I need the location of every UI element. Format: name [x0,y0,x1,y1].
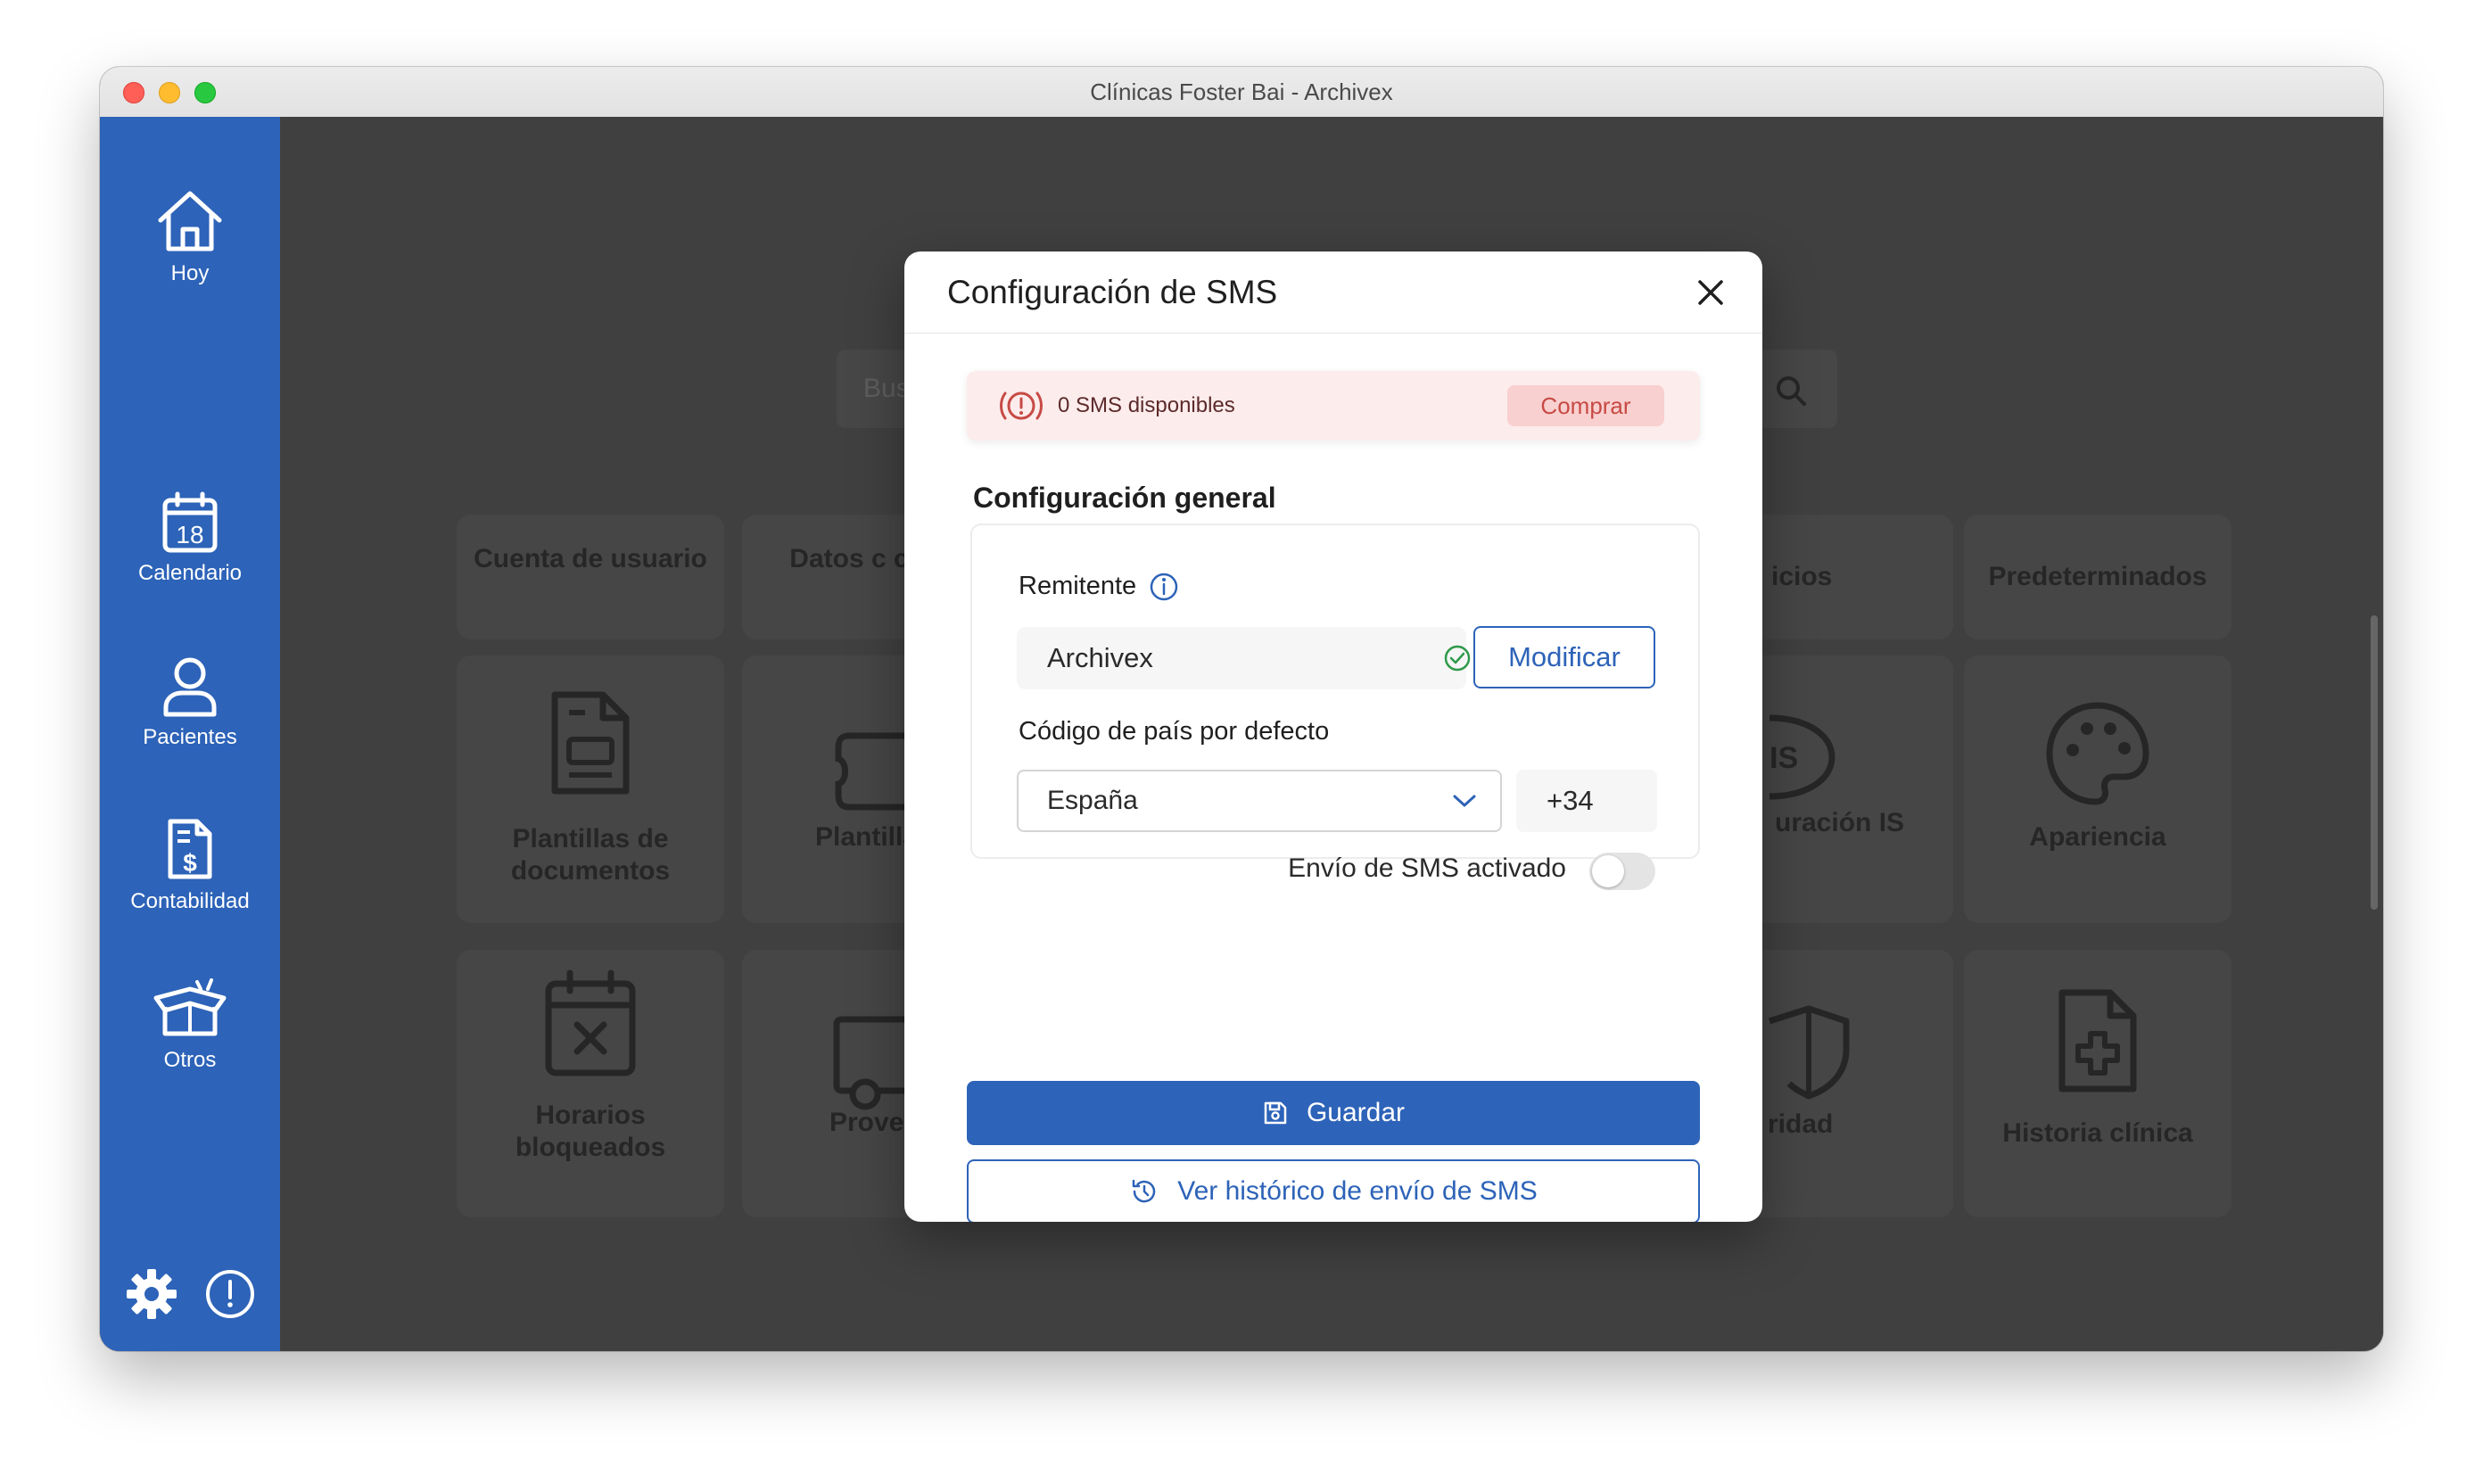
country-code-label: Código de país por defecto [1019,717,1330,746]
tile-plantillas-documentos: Plantillas de documentos [457,655,724,923]
palette-icon [2046,702,2149,805]
country-code-field: +34 [1516,770,1657,832]
save-icon [1264,1101,1287,1125]
sidebar-item-calendario[interactable]: 18 Calendario [100,491,280,586]
sms-balance-alert: 0 SMS disponibles Comprar [967,371,1700,441]
save-button-label: Guardar [1306,1098,1406,1127]
tile-horarios-bloqueados: Horarios bloqueados [457,950,724,1217]
tile-label: Historia clínica [2002,1118,2193,1148]
search-icon [1777,376,1806,406]
tile-predeterminados: Predeterminados [1964,515,2231,639]
sidebar: Hoy 18 Calendario Pacientes $ Contabilid… [100,117,280,1351]
general-settings-card: Remitente Archivex Modificar Código de p… [970,524,1700,890]
sms-toggle-label: Envío de SMS activado [1288,853,1566,883]
sender-value: Archivex [1047,642,1153,673]
sms-history-label: Ver histórico de envío de SMS [1177,1176,1538,1206]
sidebar-item-label: Otros [163,1048,217,1072]
invoice-icon: $ [168,819,212,879]
tile-cuenta-usuario: Cuenta de usuario [457,515,724,639]
home-icon [158,191,222,251]
dialog-title: Configuración de SMS [947,274,1278,310]
sender-input[interactable]: Archivex [1017,627,1471,689]
country-code-value: +34 [1547,785,1594,816]
sidebar-item-label: Contabilidad [130,889,250,913]
search-placeholder: Bus [863,374,910,403]
box-icon [153,978,227,1036]
sidebar-item-label: Pacientes [143,725,237,749]
calendar-blocked-icon [545,969,636,1076]
tile-apariencia: Apariencia [1964,655,2231,923]
section-title: Configuración general [973,482,1276,514]
save-button[interactable]: Guardar [967,1081,1700,1145]
sms-config-dialog: Configuración de SMS 0 SMS disponibles C… [904,251,1762,1222]
sidebar-item-contabilidad[interactable]: $ Contabilidad [100,816,280,914]
sms-history-button[interactable]: Ver histórico de envío de SMS [967,1159,1700,1222]
sender-label: Remitente [1019,572,1137,600]
modify-sender-button[interactable]: Modificar [1473,626,1655,688]
svg-text:IS: IS [1769,741,1798,775]
calendar-icon: 18 [162,491,218,553]
alert-icon[interactable] [203,1267,257,1321]
medical-record-icon [2058,989,2137,1092]
country-value: España [1047,786,1138,815]
history-icon [1132,1179,1156,1203]
check-circle-icon [1444,645,1471,672]
tile-label: Apariencia [2029,822,2166,852]
tile-historia-clinica: Historia clínica [1964,950,2231,1217]
app-window: Clínicas Foster Bai - Archivex Hoy 18 Ca… [100,67,2383,1351]
sidebar-item-otros[interactable]: Otros [100,978,280,1073]
tile-label: Predeterminados [1988,562,2207,591]
sidebar-item-pacientes[interactable]: Pacientes [100,655,280,750]
sidebar-item-hoy[interactable]: Hoy [100,188,280,286]
user-icon [163,657,217,717]
warning-circle-icon [1000,392,1043,420]
dialog-header: Configuración de SMS [904,251,1762,334]
gear-icon[interactable] [125,1267,178,1321]
svg-text:$: $ [183,849,197,877]
info-icon[interactable] [1149,572,1179,602]
sidebar-item-label: Calendario [137,561,243,585]
buy-sms-button[interactable]: Comprar [1507,385,1664,426]
country-select[interactable]: España [1017,770,1502,832]
toggle-knob [1592,855,1624,887]
tile-label: Cuenta de usuario [474,544,707,573]
document-icon [551,691,630,795]
close-icon[interactable] [1693,275,1728,310]
window-title: Clínicas Foster Bai - Archivex [1090,78,1393,105]
tile-label: Plantillas de documentos [510,824,671,886]
chevron-down-icon [1453,795,1476,807]
sms-icon: IS [1769,714,1835,800]
title-bar: Clínicas Foster Bai - Archivex [100,67,2383,118]
scrollbar[interactable] [2371,615,2378,910]
sidebar-item-label: Hoy [170,261,210,285]
tile-label: Horarios bloqueados [515,1101,666,1162]
sms-balance-text: 0 SMS disponibles [1058,393,1235,417]
sms-enabled-toggle[interactable] [1589,853,1655,890]
calendar-badge: 18 [176,521,203,548]
shield-icon [1768,1005,1850,1100]
